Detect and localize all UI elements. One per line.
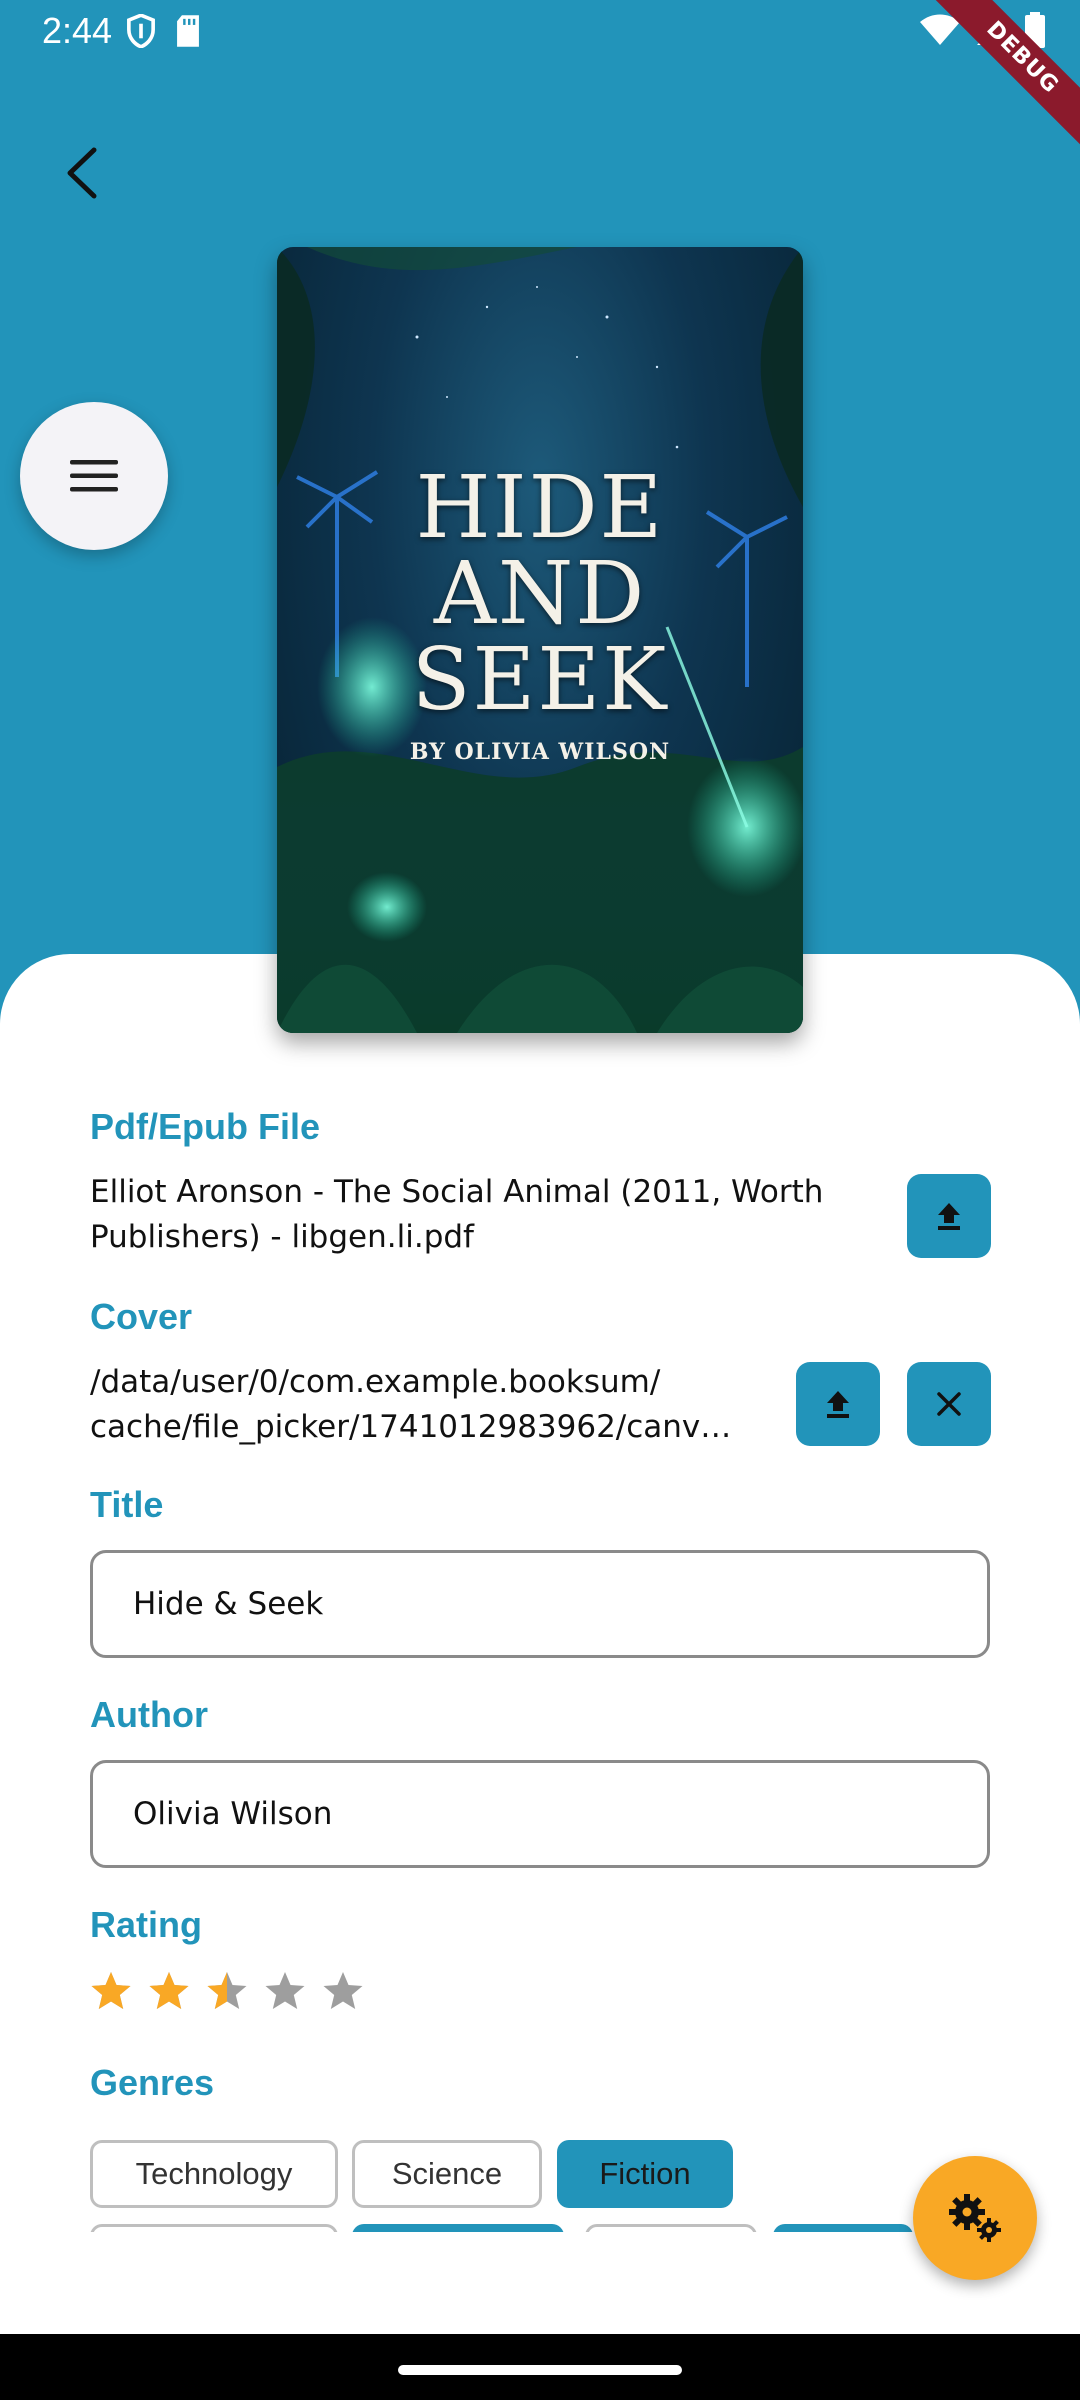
back-button[interactable] [52,138,112,208]
cover-title-line: AND [433,544,647,644]
remove-cover-button[interactable] [907,1362,991,1446]
star-filled-icon[interactable] [90,1970,132,2012]
close-icon [937,1392,961,1416]
upload-cover-button[interactable] [796,1362,880,1446]
genres-label: Genres [90,2062,215,2103]
gears-icon [949,2194,1001,2242]
author-label: Author [90,1694,208,1735]
title-label: Title [90,1484,164,1525]
genre-chip-partial[interactable] [773,2224,913,2232]
cover-path: /data/user/0/com.example.booksum/ cache/… [90,1360,790,1450]
title-field[interactable] [90,1550,990,1658]
upload-icon [827,1391,849,1418]
cover-label: Cover [90,1296,193,1337]
genre-chip-science[interactable]: Science [352,2140,542,2208]
author-input[interactable] [133,1796,947,1832]
genre-chip-technology[interactable]: Technology [90,2140,338,2208]
star-empty-icon[interactable] [264,1970,306,2012]
title-input[interactable] [133,1586,947,1622]
star-half-icon[interactable] [206,1970,248,2012]
sd-card-icon [177,15,199,47]
arrow-back-icon [67,147,97,199]
shield-icon [127,14,155,48]
menu-icon [70,460,118,492]
genre-chip-fiction[interactable]: Fiction [557,2140,733,2208]
menu-button[interactable] [20,402,168,550]
rating-label: Rating [90,1904,202,1945]
upload-file-button[interactable] [907,1174,991,1258]
upload-icon [938,1203,960,1230]
genre-chip-partial[interactable] [352,2224,564,2232]
cover-title: HIDE AND SEEK [277,465,803,723]
status-time: 2:44 [42,10,113,51]
cover-author: BY OLIVIA WILSON [409,739,671,765]
file-label: Pdf/Epub File [90,1106,320,1147]
status-bar: 2:44 [0,0,1080,64]
author-field[interactable] [90,1760,990,1868]
status-left-icons [126,14,202,48]
cover-title-line: SEEK [411,630,669,730]
cover-path-line: /data/user/0/com.example.booksum/ [90,1364,661,1400]
cover-path-line: cache/file_picker/1741012983962/canv… [90,1409,732,1445]
genre-chip-partial[interactable] [585,2224,757,2232]
home-indicator[interactable] [398,2365,682,2375]
book-cover-image[interactable]: HIDE AND SEEK BY OLIVIA WILSON [277,247,803,1033]
settings-fab[interactable] [913,2156,1037,2280]
cover-title-line: HIDE [415,458,665,558]
star-filled-icon[interactable] [148,1970,190,2012]
genre-chip-partial[interactable] [90,2224,338,2232]
file-name: Elliot Aronson - The Social Animal (2011… [90,1174,824,1255]
star-empty-icon[interactable] [322,1970,364,2012]
rating-stars[interactable] [90,1970,364,2012]
genre-chips: Technology Science Fiction [90,2140,990,2232]
